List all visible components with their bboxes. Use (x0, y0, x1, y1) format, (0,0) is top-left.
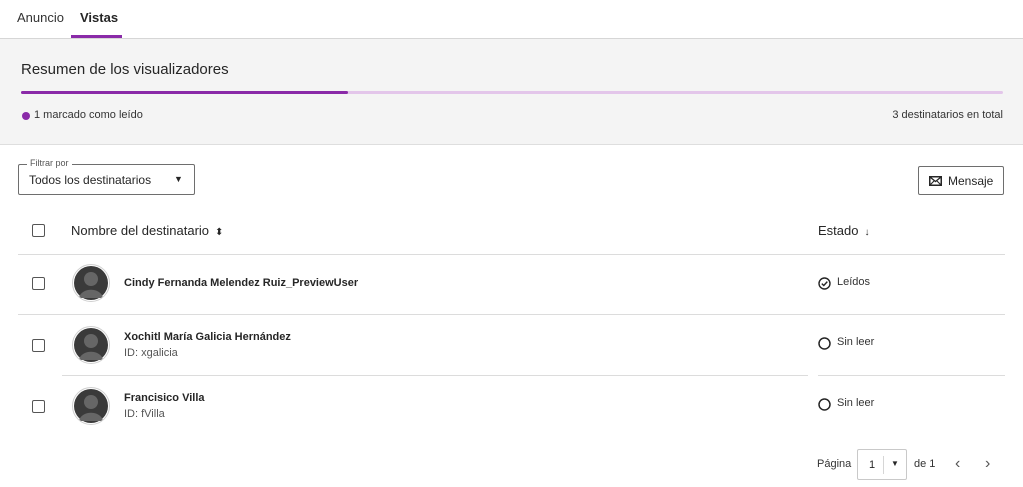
row-divider (62, 375, 808, 376)
avatar (72, 326, 110, 364)
empty-circle-icon (818, 398, 831, 411)
status-label: Leídos (837, 276, 871, 288)
page-total-label: de 1 (914, 458, 936, 470)
column-header-name-label: Nombre del destinatario (71, 223, 210, 238)
user-placeholder-icon (74, 389, 108, 423)
page-select[interactable]: 1 ▼ (857, 449, 907, 480)
sort-down-icon: ↓ (864, 227, 870, 238)
current-page-value: 1 (869, 459, 876, 471)
viewers-summary-panel: Resumen de los visualizadores 1 marcado … (0, 39, 1023, 145)
sort-icon: ⬍ (215, 227, 224, 238)
row-divider (18, 314, 1005, 315)
previous-page-button[interactable]: ‹ (955, 455, 960, 473)
tab-vistas[interactable]: Vistas (80, 10, 118, 25)
read-progress-bar (21, 91, 1003, 94)
column-header-status[interactable]: Estado ↓ (818, 223, 869, 238)
column-header-name[interactable]: Nombre del destinatario ⬍ (71, 223, 223, 238)
avatar (72, 387, 110, 425)
tab-anuncio[interactable]: Anuncio (17, 10, 64, 25)
message-button-label: Mensaje (948, 174, 994, 188)
recipient-id: ID: fVilla (124, 408, 165, 420)
recipient-name: Xochitl María Galicia Hernández (124, 331, 291, 343)
row-checkbox[interactable] (32, 400, 45, 413)
read-count-label: 1 marcado como leído (34, 109, 143, 121)
recipient-name: Cindy Fernanda Melendez Ruiz_PreviewUser (124, 277, 359, 289)
recipient-id: ID: xgalicia (124, 347, 178, 359)
row-checkbox[interactable] (32, 339, 45, 352)
filter-label: Filtrar por (27, 158, 72, 168)
row-checkbox[interactable] (32, 277, 45, 290)
empty-circle-icon (818, 337, 831, 350)
filter-dropdown[interactable]: Filtrar por Todos los destinatarios ▼ (18, 158, 195, 195)
caret-down-icon: ▼ (891, 459, 899, 468)
status-label: Sin leer (837, 336, 875, 348)
next-page-button[interactable]: › (985, 455, 990, 473)
envelope-icon (929, 176, 942, 186)
recipient-name: Francisico Villa (124, 392, 205, 404)
status-label: Sin leer (837, 397, 875, 409)
tab-bar: Anuncio Vistas (0, 0, 1023, 39)
active-tab-indicator (71, 35, 122, 38)
column-header-status-label: Estado (818, 223, 859, 238)
filter-value: Todos los destinatarios (29, 173, 152, 187)
summary-title: Resumen de los visualizadores (21, 61, 229, 78)
read-legend-dot (22, 112, 30, 120)
total-recipients-label: 3 destinatarios en total (892, 109, 1003, 121)
caret-down-icon: ▼ (174, 174, 183, 184)
select-divider (883, 456, 884, 474)
header-divider (18, 254, 1005, 255)
user-placeholder-icon (74, 266, 108, 300)
check-circle-icon (818, 277, 831, 290)
avatar (72, 264, 110, 302)
read-progress-fill (21, 91, 348, 94)
page-label: Página (817, 458, 852, 470)
message-button[interactable]: Mensaje (918, 166, 1004, 195)
select-all-checkbox[interactable] (32, 224, 45, 237)
user-placeholder-icon (74, 328, 108, 362)
row-divider (818, 375, 1005, 376)
